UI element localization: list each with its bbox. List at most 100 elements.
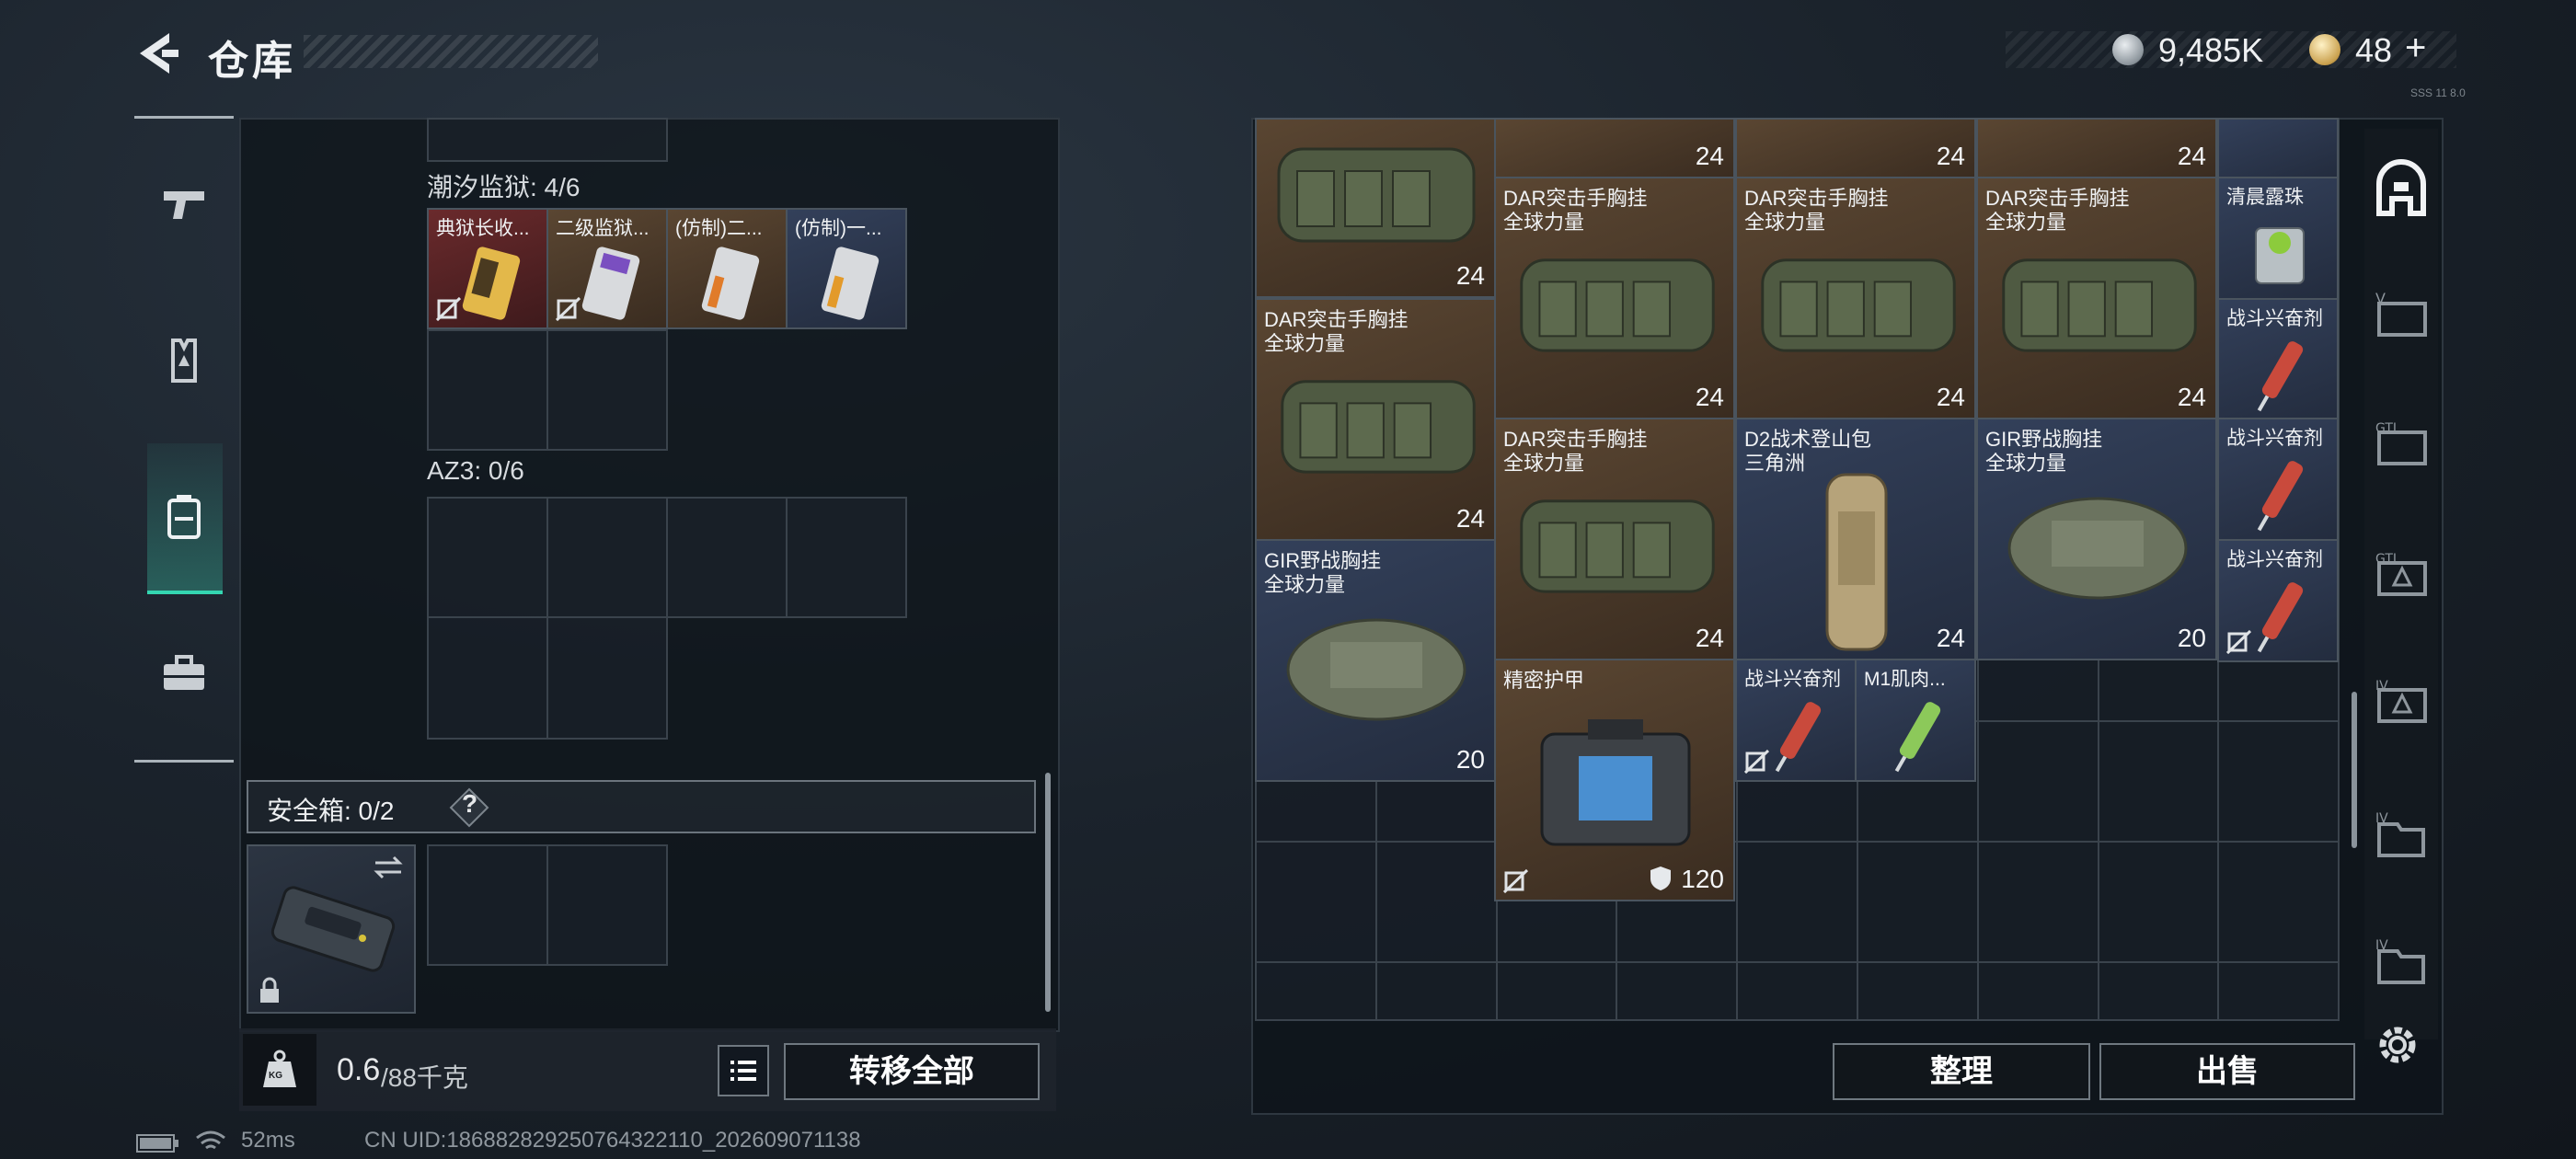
syringe-icon	[2257, 461, 2304, 532]
back-arrow-icon[interactable]	[136, 29, 180, 77]
grid-cell[interactable]	[546, 329, 668, 451]
safebox-item[interactable]	[247, 844, 416, 1014]
swap-icon[interactable]	[372, 854, 405, 881]
duffel-bag-item[interactable]: 24	[1735, 118, 1976, 178]
sell-button[interactable]: 出售	[2099, 1043, 2355, 1100]
grid-cell[interactable]	[546, 844, 668, 966]
grid-cell[interactable]	[1374, 961, 1498, 1021]
duffel-bag-icon	[1761, 258, 1956, 352]
not-tradeable-icon	[1744, 749, 1770, 775]
grid-cell[interactable]	[2217, 720, 2340, 843]
grid-cell[interactable]	[1857, 841, 1979, 963]
armor-item[interactable]: 精密护甲 120	[1494, 659, 1735, 901]
chest-rig-item[interactable]: DAR突击手胸挂 全球力量 24	[1976, 177, 2217, 419]
duffel-bag-icon	[1281, 380, 1476, 474]
grid-cell[interactable]	[1255, 961, 1377, 1021]
keycard-icon	[581, 247, 640, 320]
backpack-icon[interactable]	[158, 491, 210, 543]
tactical-backpack-icon	[1825, 473, 1888, 651]
bag-count: 24	[1695, 142, 1724, 170]
chest-rig-item[interactable]: DAR突击手胸挂 全球力量 24	[1494, 177, 1735, 419]
svg-text:IV: IV	[2375, 811, 2388, 826]
not-tradeable-icon	[1503, 868, 1529, 894]
grid-cell[interactable]	[2097, 720, 2220, 843]
transfer-all-button[interactable]: 转移全部	[784, 1043, 1040, 1100]
chest-rig-item[interactable]: DAR突击手胸挂 全球力量 24	[1735, 177, 1976, 419]
not-tradeable-icon	[556, 296, 581, 322]
grid-cell[interactable]	[1736, 841, 1858, 963]
svg-text:GTI: GTI	[2375, 421, 2397, 436]
iv-vest-box-icon[interactable]: IV	[2366, 668, 2436, 738]
left-scrollbar[interactable]	[1045, 773, 1051, 1012]
grid-cell[interactable]	[1736, 961, 1858, 1021]
help-mark: ?	[462, 789, 478, 818]
grid-cell[interactable]	[2217, 841, 2340, 963]
stimulant-item[interactable]: 战斗兴奋剂	[2217, 298, 2339, 421]
toolbox-icon[interactable]	[158, 649, 210, 701]
weight-icon	[263, 1050, 296, 1087]
grid-cell[interactable]	[1976, 720, 2099, 843]
backpack-item[interactable]: D2战术登山包 三角洲 24	[1735, 418, 1976, 660]
keycard-icon	[821, 247, 880, 320]
grid-cell[interactable]	[427, 616, 548, 740]
grid-cell[interactable]	[1374, 841, 1498, 963]
keycard-item[interactable]: (仿制)一...	[786, 208, 907, 329]
storage-category-icon[interactable]	[2366, 156, 2436, 226]
weapon-crate-icon[interactable]: V	[2366, 281, 2436, 351]
gti-box-icon[interactable]: GTI	[2366, 541, 2436, 611]
grid-cell[interactable]	[2097, 841, 2220, 963]
chest-rig-item[interactable]: DAR突击手胸挂 全球力量 24	[1494, 418, 1735, 660]
pistol-icon[interactable]	[158, 178, 210, 230]
svg-text:V: V	[2375, 290, 2386, 307]
consumable-item[interactable]	[2217, 118, 2339, 178]
sort-button[interactable]: 整理	[1833, 1043, 2090, 1100]
version-label: SSS 11 8.0	[2410, 86, 2466, 99]
armor-vest-icon	[1540, 719, 1691, 846]
grid-cell[interactable]	[1976, 841, 2099, 963]
chest-rig-item[interactable]: DAR突击手胸挂 全球力量 24	[1255, 298, 1496, 541]
iv-folder-icon[interactable]: IV	[2366, 927, 2436, 997]
add-currency-button[interactable]: +	[2405, 28, 2426, 69]
grid-cell[interactable]	[546, 497, 668, 618]
keycard-item[interactable]: 二级监狱...	[546, 208, 668, 329]
grid-cell[interactable]	[786, 497, 907, 618]
right-scrollbar[interactable]	[2352, 692, 2357, 848]
title-stripe-decoration	[304, 35, 598, 68]
grid-cell[interactable]	[2097, 961, 2220, 1021]
grid-cell[interactable]	[1255, 841, 1377, 963]
grid-cell[interactable]	[427, 844, 548, 966]
grid-cell[interactable]	[2217, 961, 2340, 1021]
duffel-bag-item[interactable]: 24	[1494, 118, 1735, 178]
stimulant-item[interactable]: M1肌肉...	[1855, 659, 1976, 782]
chest-rig-icon	[1286, 618, 1466, 721]
stimulant-item[interactable]: 战斗兴奋剂	[1735, 659, 1857, 782]
ping-label: 52ms	[241, 1128, 295, 1153]
grid-cell[interactable]	[427, 497, 548, 618]
grid-cell[interactable]	[1976, 961, 2099, 1021]
chest-rig-item[interactable]: GIR野战胸挂 全球力量 20	[1976, 418, 2217, 660]
keycard-item[interactable]: 典狱长收...	[427, 208, 548, 329]
iv-folder-icon[interactable]: IV	[2366, 800, 2436, 870]
keycard-icon	[701, 247, 760, 320]
grid-cell[interactable]	[1616, 961, 1739, 1021]
list-view-icon[interactable]	[718, 1045, 769, 1096]
grid-cell[interactable]	[666, 497, 788, 618]
grid-cell[interactable]	[1495, 961, 1618, 1021]
gti-crate-icon[interactable]: GTI	[2366, 410, 2436, 480]
armor-vest-icon[interactable]	[158, 335, 210, 386]
stimulant-item[interactable]: 战斗兴奋剂	[2217, 539, 2339, 662]
duffel-bag-item[interactable]: 24	[1255, 118, 1496, 298]
grid-cell[interactable]	[427, 118, 668, 162]
grid-cell[interactable]	[427, 329, 548, 451]
uid-label: CN UID:1868828292507643221­10_2026090711…	[364, 1128, 861, 1153]
duffel-bag-item[interactable]: 24	[1976, 118, 2217, 178]
grid-cell[interactable]	[546, 616, 668, 740]
dew-item[interactable]: 清晨露珠	[2217, 177, 2339, 300]
chest-rig-item[interactable]: GIR野战胸挂 全球力量 20	[1255, 539, 1496, 782]
weight-icon-label: KG	[269, 1071, 282, 1081]
gear-icon[interactable]	[2372, 1019, 2423, 1071]
bag-count: 24	[1936, 142, 1965, 170]
keycard-item[interactable]: (仿制)二...	[666, 208, 788, 329]
grid-cell[interactable]	[1857, 961, 1979, 1021]
stimulant-item[interactable]: 战斗兴奋剂	[2217, 418, 2339, 541]
